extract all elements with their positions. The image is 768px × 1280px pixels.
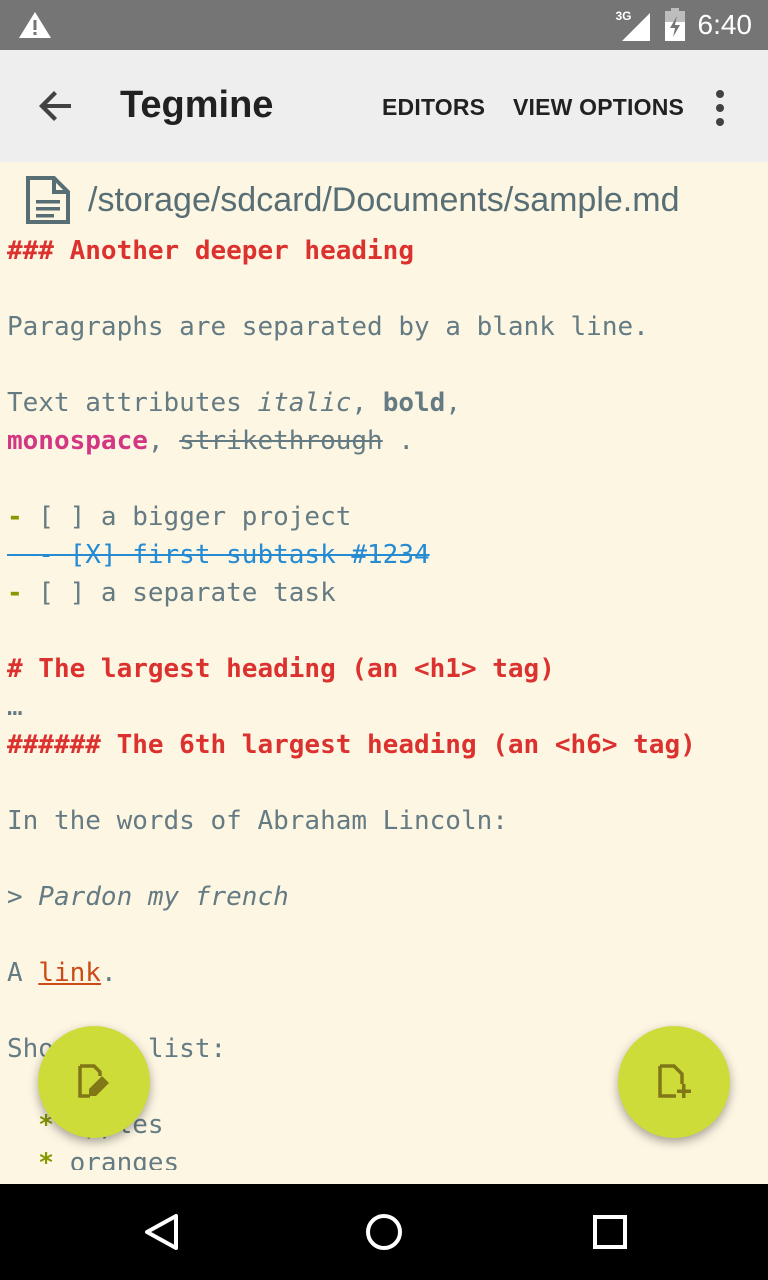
nav-back-icon[interactable] <box>142 1212 182 1252</box>
battery-icon <box>664 8 686 42</box>
heading-6: ###### The 6th largest heading (an <h6> … <box>7 726 696 764</box>
file-icon <box>24 176 70 224</box>
heading-1: # The largest heading (an <h1> tag) <box>7 650 696 688</box>
new-document-icon <box>654 1062 694 1102</box>
blockquote: > Pardon my french <box>7 878 696 916</box>
strikethrough-text: strikethrough <box>179 426 383 456</box>
lincoln-line: In the words of Abraham Lincoln: <box>7 802 696 840</box>
editors-button[interactable]: EDITORS <box>382 94 485 121</box>
document-content: /storage/sdcard/Documents/sample.md ### … <box>0 162 768 1170</box>
text-attributes-line-2: monospace, strikethrough . <box>7 422 696 460</box>
task-item: - [ ] a bigger project <box>7 498 696 536</box>
new-document-button[interactable] <box>618 1026 730 1138</box>
nav-home-icon[interactable] <box>364 1212 404 1252</box>
ellipsis-line: … <box>7 688 696 726</box>
bold-text: bold <box>383 388 446 418</box>
link-line: A link. <box>7 954 696 992</box>
back-arrow-icon[interactable] <box>36 86 76 126</box>
link[interactable]: link <box>38 958 101 988</box>
clock: 6:40 <box>698 9 753 41</box>
navigation-bar <box>0 1184 768 1280</box>
app-bar: Tegmine EDITORS VIEW OPTIONS <box>0 50 768 162</box>
overflow-menu-icon[interactable] <box>712 88 728 128</box>
signal-icon: 3G <box>616 7 652 43</box>
file-path: /storage/sdcard/Documents/sample.md <box>88 181 679 220</box>
nav-recents-icon[interactable] <box>590 1212 630 1252</box>
heading-3: ### Another deeper heading <box>7 232 696 270</box>
view-options-button[interactable]: VIEW OPTIONS <box>513 94 684 121</box>
monospace-text: monospace <box>7 426 148 456</box>
italic-text: italic <box>257 388 351 418</box>
completed-subtask: - [X] first subtask #1234 <box>7 536 696 574</box>
task-item: - [ ] a separate task <box>7 574 696 612</box>
edit-document-icon <box>74 1062 114 1102</box>
text-attributes-line: Text attributes italic, bold, <box>7 384 696 422</box>
status-bar: 3G 6:40 <box>0 0 768 50</box>
app-title: Tegmine <box>120 84 273 127</box>
paragraph-line: Paragraphs are separated by a blank line… <box>7 308 696 346</box>
list-item: * oranges <box>7 1144 696 1170</box>
warning-icon <box>18 10 52 40</box>
edit-document-button[interactable] <box>38 1026 150 1138</box>
file-path-header: /storage/sdcard/Documents/sample.md <box>24 176 679 224</box>
